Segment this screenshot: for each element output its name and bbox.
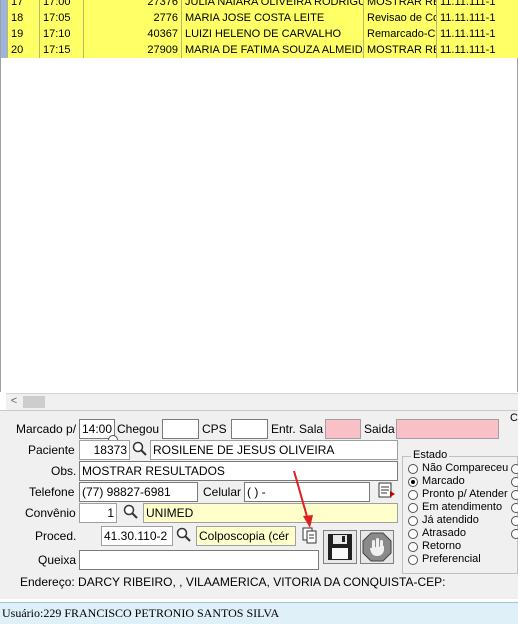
estado-radio[interactable]: [408, 477, 418, 487]
estado-radio[interactable]: [408, 490, 418, 500]
queixa-field[interactable]: [79, 550, 319, 570]
saida-field[interactable]: [396, 419, 499, 439]
cell-obs: MOSTRAR RE: [363, 0, 436, 10]
proced-name-field[interactable]: Colposcopia (cér: [196, 526, 296, 546]
convenio-code-field[interactable]: 1: [79, 503, 117, 523]
cell-num: 19: [7, 26, 39, 42]
paciente-name-field[interactable]: ROSILENE DE JESUS OLIVEIRA: [150, 440, 398, 460]
cps-field[interactable]: [231, 419, 268, 439]
estado-radio-right[interactable]: [511, 503, 518, 513]
annotation-arrow: [293, 470, 313, 528]
estado-option-label[interactable]: Retorno: [422, 540, 461, 552]
estado-radio[interactable]: [408, 516, 418, 526]
cell-num: 20: [7, 42, 39, 58]
cell-time: 17:15: [39, 42, 83, 58]
marcado-label: Marcado p/: [16, 422, 77, 436]
cell-time: 17:05: [39, 10, 83, 26]
estado-radio-right[interactable]: [511, 490, 518, 500]
search-icon[interactable]: [123, 504, 139, 520]
paciente-label: Paciente: [28, 443, 75, 457]
cell-obs: MOSTRAR RE: [363, 42, 436, 58]
estado-radio[interactable]: [408, 464, 418, 474]
contact-list-icon[interactable]: [378, 482, 398, 500]
cps-label: CPS: [202, 422, 227, 436]
estado-option-label[interactable]: Não Compareceu: [422, 462, 508, 474]
cell-time: 17:10: [39, 26, 83, 42]
horizontal-scrollbar[interactable]: <: [6, 393, 518, 410]
cell-obs: Revisao de Co: [363, 10, 436, 26]
endereco-text: Endereço: DARCY RIBEIRO, , VILAAMERICA, …: [20, 575, 446, 589]
chegou-label: Chegou: [117, 422, 160, 436]
estado-group: Estado Não Compareceu Marcado Pronto p/ At…: [402, 449, 518, 574]
table-row[interactable]: 19 17:10 40367 LUIZI HELENO DE CARVALHO Rema…: [7, 26, 518, 42]
obs-label: Obs.: [51, 464, 77, 478]
entr-sala-label: Entr. Sala: [271, 422, 324, 436]
cell-num: 18: [7, 10, 39, 26]
cell-code: 27909: [83, 42, 181, 58]
estado-radio[interactable]: [408, 542, 418, 552]
telefone-field[interactable]: (77) 98827-6981: [79, 482, 198, 502]
chegou-field[interactable]: [162, 419, 199, 439]
estado-option-label[interactable]: Pronto p/ Atender: [422, 488, 508, 500]
search-icon[interactable]: [132, 441, 148, 457]
scroll-thumb[interactable]: [23, 396, 45, 408]
scroll-left-icon[interactable]: <: [6, 394, 22, 410]
cell-time: 17:00: [39, 0, 83, 10]
cell-plan: 11.11.111-1: [436, 42, 513, 58]
estado-option-label[interactable]: Preferencial: [422, 553, 481, 565]
estado-radio-right[interactable]: [511, 477, 518, 487]
estado-title: Estado: [411, 449, 450, 461]
proced-label: Proced.: [35, 529, 77, 543]
estado-option-label[interactable]: Marcado: [422, 475, 465, 487]
cell-plan: 11.11.111-1: [436, 26, 513, 42]
save-button[interactable]: [323, 530, 357, 564]
convenio-label: Convênio: [25, 506, 76, 520]
status-user: Usuário:229 FRANCISCO PETRONIO SANTOS SI…: [2, 606, 280, 620]
cell-plan: 11.11.111-1: [436, 0, 513, 10]
telefone-label: Telefone: [29, 485, 75, 499]
cell-plan: 11.11.111-1: [436, 10, 513, 26]
table-row[interactable]: 18 17:05 2776 MARIA JOSE COSTA LEITE Revisao…: [7, 10, 518, 26]
stop-hand-icon: [362, 532, 392, 562]
estado-radio[interactable]: [408, 503, 418, 513]
cell-name: LUIZI HELENO DE CARVALHO: [181, 26, 363, 42]
table-row[interactable]: 20 17:15 27909 MARIA DE FATIMA SOUZA ALMEID…: [7, 42, 518, 58]
stop-button[interactable]: [360, 530, 394, 564]
search-icon[interactable]: [176, 527, 192, 543]
floppy-disk-icon: [328, 534, 352, 560]
estado-option-label[interactable]: Atrasado: [422, 527, 466, 539]
schedule-grid[interactable]: 17 17:00 27376 JULIA NAIARA OLIVEIRA RODRIG…: [0, 0, 518, 392]
estado-radio-right[interactable]: [511, 464, 518, 474]
queixa-label: Queixa: [38, 553, 77, 567]
saida-label: Saida: [364, 422, 395, 436]
table-row[interactable]: 17 17:00 27376 JULIA NAIARA OLIVEIRA RODRIG…: [7, 0, 518, 10]
entr-sala-field[interactable]: [325, 419, 361, 439]
cell-code: 2776: [83, 10, 181, 26]
cell-name: MARIA DE FATIMA SOUZA ALMEIDA: [181, 42, 363, 58]
cell-obs: Remarcado-C(: [363, 26, 436, 42]
cell-num: 17: [7, 0, 39, 10]
cell-code: 40367: [83, 26, 181, 42]
cell-code: 27376: [83, 0, 181, 10]
estado-radio-right[interactable]: [511, 529, 518, 539]
cell-name: JULIA NAIARA OLIVEIRA RODRIGUE: [181, 0, 363, 10]
corner-label: C: [510, 412, 518, 424]
proced-code-field[interactable]: 41.30.110-2: [101, 526, 173, 546]
obs-field[interactable]: MOSTRAR RESULTADOS: [79, 461, 398, 481]
estado-radio-right[interactable]: [511, 516, 518, 526]
paciente-code-field[interactable]: 18373: [79, 440, 130, 460]
estado-radio[interactable]: [408, 529, 418, 539]
estado-option-label[interactable]: Em atendimento: [422, 501, 502, 513]
celular-label: Celular: [203, 485, 242, 499]
cell-name: MARIA JOSE COSTA LEITE: [181, 10, 363, 26]
status-bar: Usuário:229 FRANCISCO PETRONIO SANTOS SI…: [0, 602, 518, 624]
estado-option-label[interactable]: Já atendido: [422, 514, 479, 526]
estado-radio[interactable]: [408, 555, 418, 565]
convenio-name-field[interactable]: UNIMED: [143, 503, 398, 523]
